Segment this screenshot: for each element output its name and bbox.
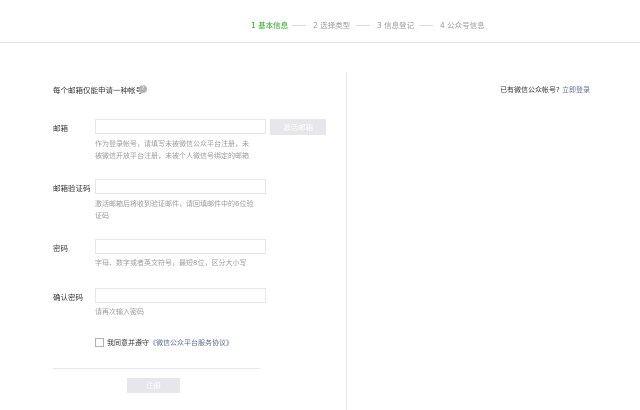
step-connector (292, 25, 306, 26)
register-button[interactable]: 注册 (127, 378, 180, 393)
step-basic-info: 1 基本信息 (251, 21, 289, 30)
existing-account-prompt: 已有微信公众帐号? 立即登录 (500, 86, 590, 94)
password-field[interactable] (95, 239, 266, 254)
confirm-password-field[interactable] (95, 288, 266, 303)
confirm-password-label: 确认密码 (53, 293, 83, 302)
agreement-text: 我同意并遵守《微信公众平台服务协议》 (107, 339, 233, 347)
password-hint: 字母、数字或者英文符号，最短8位，区分大小写 (95, 259, 247, 267)
step-connector (419, 25, 433, 26)
agreement-link[interactable]: 《微信公众平台服务协议》 (149, 339, 233, 347)
step-info-register: 3 信息登记 (377, 21, 415, 30)
login-link[interactable]: 立即登录 (562, 86, 590, 94)
step-account-info: 4 公众号信息 (440, 21, 485, 30)
email-hint: 作为登录帐号，请填写未被微信公众平台注册，未 被微信开放平台注册，未被个人微信号… (95, 140, 249, 160)
agreement-checkbox[interactable] (95, 338, 104, 347)
activate-email-button[interactable]: 激活邮箱 (270, 119, 326, 135)
form-divider (53, 368, 260, 369)
email-field[interactable] (95, 119, 266, 134)
form-heading: 每个邮箱仅能申请一种帐号 (53, 86, 143, 95)
password-label: 密码 (53, 244, 68, 253)
code-hint: 激活邮箱后将收到验证邮件，请回填邮件中的6位验 证码 (95, 200, 254, 220)
confirm-password-hint: 请再次输入密码 (95, 308, 144, 316)
email-label: 邮箱 (53, 124, 68, 133)
step-choose-type: 2 选择类型 (313, 21, 351, 30)
step-indicator: 1 基本信息 2 选择类型 3 信息登记 4 公众号信息 (0, 0, 640, 43)
column-divider (346, 72, 347, 410)
verification-code-field[interactable] (95, 179, 266, 194)
question-icon[interactable]: ? (139, 85, 147, 93)
code-label: 邮箱验证码 (53, 184, 91, 193)
step-connector (356, 25, 370, 26)
